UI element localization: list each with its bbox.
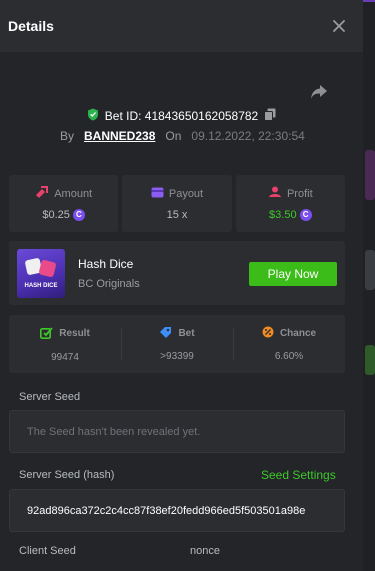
stat-result-value: 99474 bbox=[51, 351, 79, 363]
modal-title: Details bbox=[8, 18, 54, 34]
server-seed-hash-field[interactable]: 92ad896ca372c2c4cc87f38ef20fedd966ed5f50… bbox=[9, 489, 345, 532]
chance-icon bbox=[262, 326, 274, 341]
dice-icon bbox=[38, 259, 57, 278]
payout-icon bbox=[151, 187, 164, 201]
seed-settings-link[interactable]: Seed Settings bbox=[261, 468, 336, 482]
stat-bet-label-row: Bet bbox=[159, 326, 195, 341]
stat-profit-label: Profit bbox=[286, 187, 313, 200]
stat-profit-value-row: $3.50 C bbox=[269, 209, 312, 221]
game-thumbnail[interactable]: HASH DICE bbox=[17, 249, 65, 298]
amount-icon bbox=[35, 186, 49, 201]
nonce-label: nonce bbox=[190, 545, 220, 557]
stat-result: Result 99474 bbox=[9, 315, 121, 373]
result-icon bbox=[40, 326, 53, 342]
bet-id-row: Bet ID: 41843650162058782 bbox=[0, 108, 363, 124]
server-seed-field: The Seed hasn't been revealed yet. bbox=[9, 410, 345, 453]
stat-profit-value: $3.50 bbox=[269, 209, 297, 221]
stat-payout-label: Payout bbox=[168, 187, 204, 200]
bet-details-modal: Details Bet ID: 41843650162058782 By BAN… bbox=[0, 0, 363, 571]
stat-bet-value: >93399 bbox=[160, 351, 194, 362]
username-link[interactable]: BANNED238 bbox=[84, 129, 155, 143]
background-thumbnail bbox=[365, 250, 375, 290]
stat-result-label: Result bbox=[59, 328, 90, 339]
stat-amount-label-row: Amount bbox=[35, 186, 92, 201]
profit-icon bbox=[268, 186, 282, 201]
modal-header: Details bbox=[0, 0, 363, 52]
stat-bet-label: Bet bbox=[178, 328, 195, 339]
stat-result-label-row: Result bbox=[40, 326, 90, 342]
game-provider: BC Originals bbox=[78, 278, 140, 290]
stat-payout-value: 15 x bbox=[166, 208, 188, 221]
stat-chance: Chance 6.60% bbox=[233, 315, 345, 373]
copy-icon[interactable] bbox=[264, 108, 276, 124]
on-label: On bbox=[165, 129, 182, 143]
server-seed-label: Server Seed bbox=[19, 391, 81, 403]
stat-payout-label-row: Payout bbox=[151, 187, 203, 201]
coin-icon: C bbox=[299, 209, 312, 221]
game-name: Hash Dice bbox=[78, 257, 134, 271]
stat-amount-value-row: $0.25 C bbox=[42, 209, 85, 221]
stat-amount-value: $0.25 bbox=[42, 209, 70, 221]
stat-payout: Payout 15 x bbox=[122, 175, 232, 232]
server-seed-hash-label: Server Seed (hash) bbox=[19, 469, 115, 481]
background-accent bbox=[363, 0, 375, 2]
stat-chance-label-row: Chance bbox=[262, 326, 316, 341]
stat-profit: Profit $3.50 C bbox=[235, 175, 345, 232]
client-seed-label: Client Seed bbox=[19, 545, 76, 557]
close-icon[interactable] bbox=[329, 16, 349, 36]
bet-id-text: Bet ID: 41843650162058782 bbox=[104, 109, 259, 123]
stat-bet: Bet >93399 bbox=[121, 315, 233, 373]
background-thumbnail bbox=[365, 345, 375, 375]
stat-profit-label-row: Profit bbox=[268, 186, 313, 201]
bet-icon bbox=[159, 326, 172, 341]
background-thumbnail bbox=[365, 150, 375, 200]
background-page-strip bbox=[363, 0, 375, 571]
stat-chance-value: 6.60% bbox=[274, 351, 304, 362]
stat-amount-label: Amount bbox=[54, 187, 93, 200]
bet-author-row: By BANNED238 On 09.12.2022, 22:30:54 bbox=[60, 129, 305, 143]
roll-stats: Result 99474 Bet >93399 Chance 6.60% bbox=[9, 315, 345, 373]
share-icon[interactable] bbox=[310, 84, 328, 100]
shield-check-icon bbox=[87, 108, 99, 124]
stat-amount: Amount $0.25 C bbox=[9, 175, 119, 232]
coin-icon: C bbox=[72, 209, 85, 221]
by-label: By bbox=[60, 129, 75, 143]
bet-stats: Amount $0.25 C Payout 15 x Profit $3.50 … bbox=[9, 175, 345, 232]
stat-chance-label: Chance bbox=[279, 328, 317, 339]
play-now-button[interactable]: Play Now bbox=[249, 262, 337, 286]
game-card: HASH DICE Hash Dice BC Originals Play No… bbox=[9, 241, 345, 305]
bet-date: 09.12.2022, 22:30:54 bbox=[191, 129, 305, 143]
game-thumbnail-text: HASH DICE bbox=[24, 283, 58, 289]
